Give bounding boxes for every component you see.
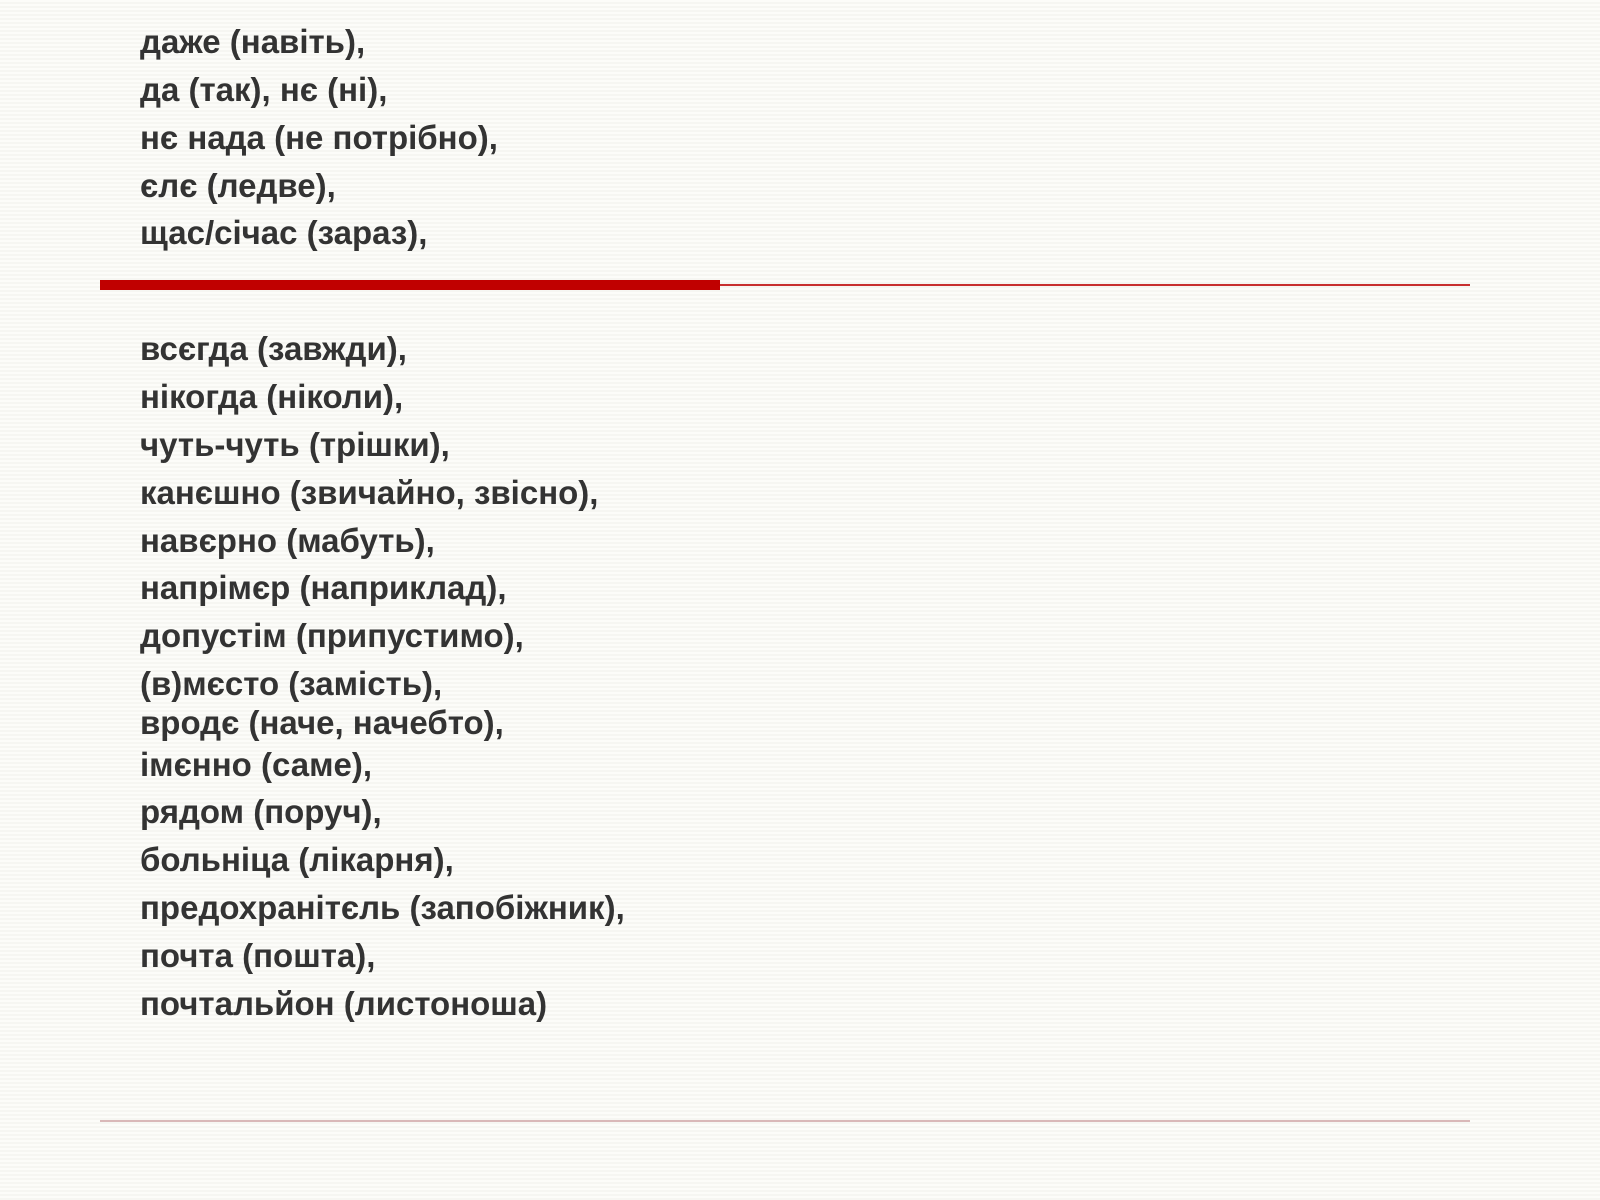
text-line: вродє (наче, начебто), xyxy=(140,706,1460,741)
text-line: почтальйон (листоноша) xyxy=(140,980,1460,1028)
divider-thick-bar xyxy=(100,280,720,290)
divider xyxy=(100,271,1470,301)
text-line: допустім (припустимо), xyxy=(140,612,1460,660)
text-line: да (так), нє (ні), xyxy=(140,66,1460,114)
text-line: нікогда (ніколи), xyxy=(140,373,1460,421)
text-line: всєгда (завжди), xyxy=(140,325,1460,373)
text-line: канєшно (звичайно, звісно), xyxy=(140,469,1460,517)
text-line: рядом (поруч), xyxy=(140,788,1460,836)
text-line: щас/січас (зараз), xyxy=(140,209,1460,257)
slide-background: даже (навіть), да (так), нє (ні), нє над… xyxy=(0,0,1600,1200)
text-line: нє нада (не потрібно), xyxy=(140,114,1460,162)
text-line: (в)мєсто (замість), xyxy=(140,660,1460,708)
text-line: даже (навіть), xyxy=(140,18,1460,66)
text-line: почта (пошта), xyxy=(140,932,1460,980)
text-line: предохранітєль (запобіжник), xyxy=(140,884,1460,932)
text-line: єлє (ледве), xyxy=(140,162,1460,210)
text-line: больніца (лікарня), xyxy=(140,836,1460,884)
text-line: чуть-чуть (трішки), xyxy=(140,421,1460,469)
text-line: імєнно (саме), xyxy=(140,741,1460,789)
text-line: напрімєр (наприклад), xyxy=(140,564,1460,612)
slide-content: даже (навіть), да (так), нє (ні), нє над… xyxy=(140,18,1460,1028)
bottom-rule xyxy=(100,1120,1470,1122)
text-line: навєрно (мабуть), xyxy=(140,517,1460,565)
